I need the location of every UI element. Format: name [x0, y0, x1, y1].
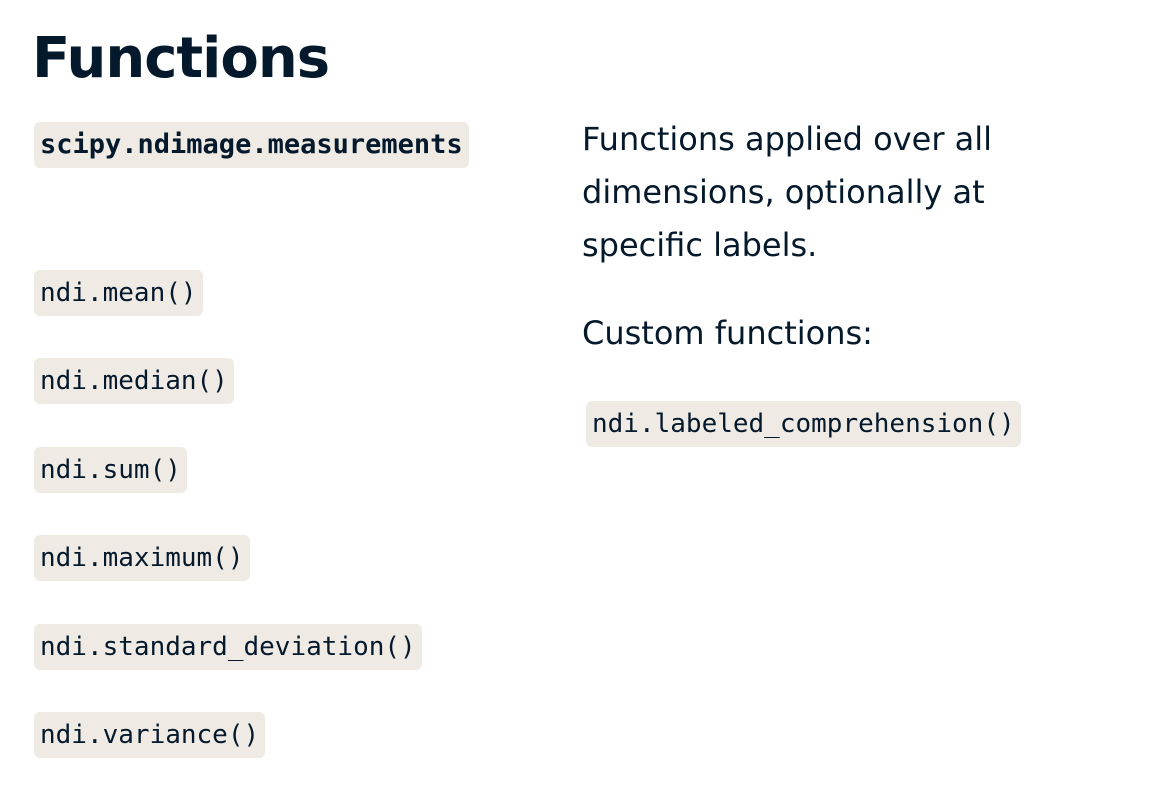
function-code-variance: ndi.variance() [34, 712, 266, 758]
function-code-sum: ndi.sum() [34, 447, 187, 493]
custom-function-code: ndi.labeled_comprehension() [586, 401, 1021, 447]
description-line-1: Functions applied over all [582, 120, 993, 158]
description-line-2: dimensions, optionally at [582, 173, 985, 211]
page-title: Functions [32, 26, 330, 91]
function-code-maximum: ndi.maximum() [34, 535, 250, 581]
module-name-code: scipy.ndimage.measurements [34, 122, 469, 168]
description-line-3: specific labels. [582, 226, 818, 264]
function-code-median: ndi.median() [34, 358, 234, 404]
custom-functions-heading: Custom functions: [582, 314, 873, 352]
function-code-mean: ndi.mean() [34, 270, 203, 316]
function-code-standard-deviation: ndi.standard_deviation() [34, 624, 422, 670]
